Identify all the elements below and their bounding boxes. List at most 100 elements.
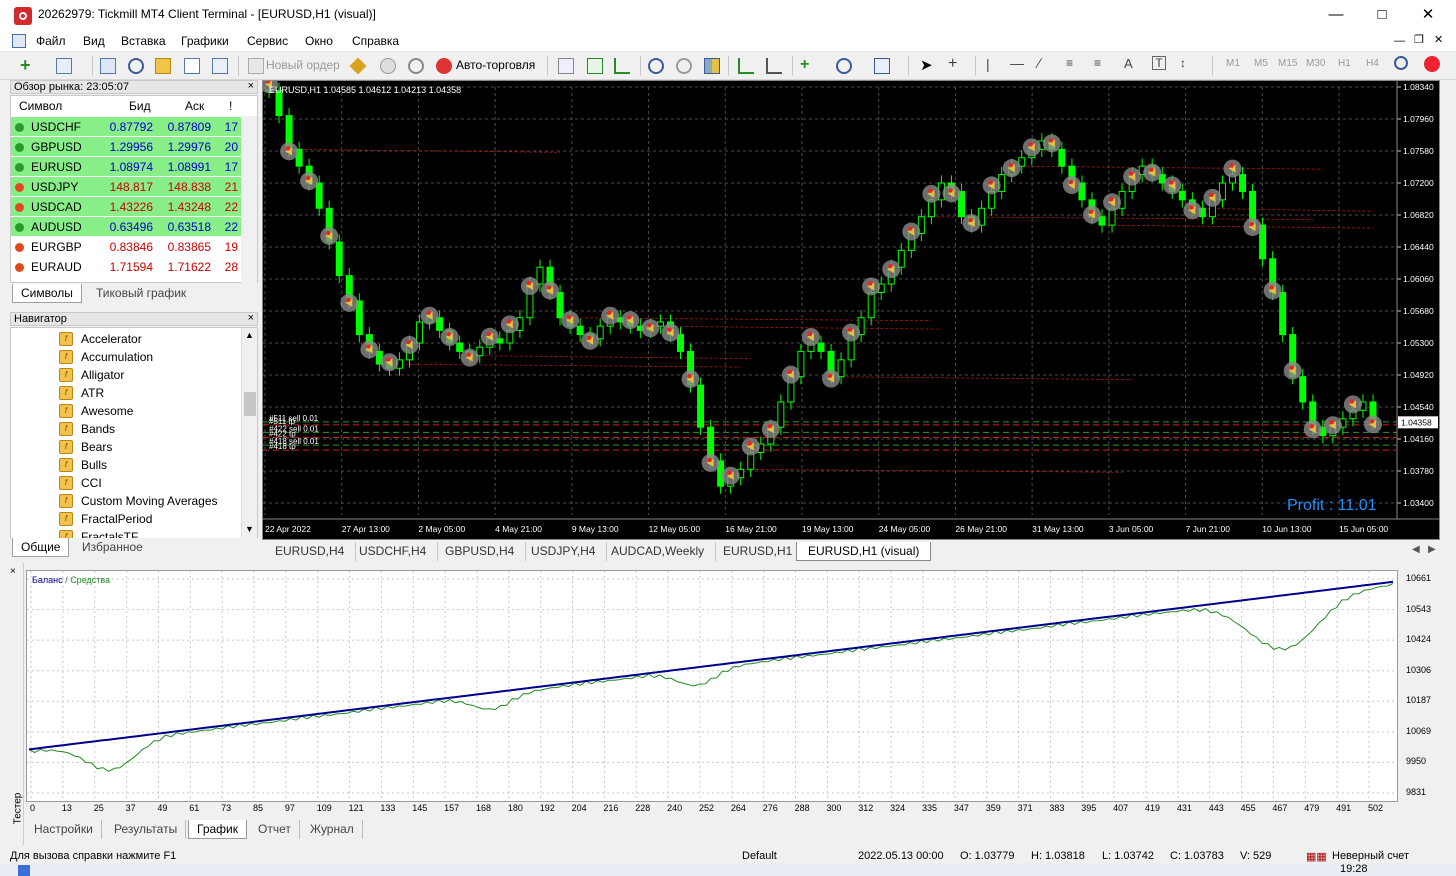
- start-icon[interactable]: [18, 865, 30, 876]
- terminal-icon[interactable]: [184, 58, 200, 74]
- market-watch-icon[interactable]: [100, 58, 116, 74]
- header-bid[interactable]: Бид: [129, 96, 151, 116]
- tab-scroll-left-icon[interactable]: ◀: [1412, 544, 1420, 555]
- tester-tab[interactable]: Журнал: [302, 820, 363, 839]
- signals-icon[interactable]: [408, 58, 424, 74]
- chart-tab[interactable]: USDCHF,H4: [348, 542, 439, 561]
- trendline-icon[interactable]: ∕: [1038, 55, 1040, 71]
- mdi-minimize-button[interactable]: —: [1394, 35, 1405, 47]
- market-watch-row[interactable]: EURUSD 1.08974 1.08991 17: [11, 157, 241, 177]
- market-watch-row[interactable]: USDCAD 1.43226 1.43248 22: [11, 197, 241, 217]
- market-watch-row[interactable]: USDJPY 148.817 148.838 21: [11, 177, 241, 197]
- close-button[interactable]: ✕: [1405, 0, 1451, 31]
- navigator-item[interactable]: f Bulls: [11, 456, 241, 474]
- market-watch-close-icon[interactable]: ×: [248, 80, 254, 92]
- menu-help[interactable]: Справка: [352, 34, 399, 48]
- market-watch-row[interactable]: EURGBP 0.83846 0.83865 19: [11, 237, 241, 257]
- notification-icon[interactable]: [1424, 56, 1440, 72]
- menu-view[interactable]: Вид: [83, 34, 105, 48]
- navigator-icon[interactable]: [155, 58, 171, 74]
- tester-tab[interactable]: Результаты: [106, 820, 187, 839]
- navigator-item[interactable]: f Alligator: [11, 366, 241, 384]
- text-label-icon[interactable]: T: [1152, 56, 1166, 70]
- chart-tab[interactable]: EURUSD,H1: [712, 542, 805, 561]
- timeframe-m30[interactable]: M30: [1306, 58, 1325, 69]
- timeframe-h4[interactable]: H4: [1366, 58, 1379, 69]
- menu-window[interactable]: Окно: [305, 34, 333, 48]
- minimize-button[interactable]: —: [1313, 0, 1359, 31]
- text-icon[interactable]: A: [1124, 56, 1133, 71]
- mdi-close-button[interactable]: ✕: [1434, 33, 1443, 46]
- chart-tab[interactable]: USDJPY,H4: [520, 542, 608, 561]
- navigator-item[interactable]: f FractalPeriod: [11, 510, 241, 528]
- candlestick-icon[interactable]: [587, 58, 603, 74]
- indicators-icon[interactable]: +: [800, 57, 816, 74]
- market-watch-row[interactable]: AUDUSD 0.63496 0.63518 22: [11, 217, 241, 237]
- tester-tab[interactable]: График: [188, 820, 247, 839]
- header-ask[interactable]: Аск: [185, 96, 204, 116]
- search-icon[interactable]: [1394, 56, 1408, 70]
- tab-symbols[interactable]: Символы: [12, 284, 82, 303]
- maximize-button[interactable]: □: [1359, 0, 1405, 31]
- arrows-icon[interactable]: ↕: [1180, 56, 1186, 70]
- navigator-scrollbar[interactable]: ▲ ▼: [241, 328, 257, 539]
- autotrading-button[interactable]: Авто-торговля: [456, 58, 535, 72]
- fibonacci-icon[interactable]: ≡: [1094, 56, 1101, 70]
- chart-canvas[interactable]: 1.08340 1.07960 1.07580 1.07200 1.06820 1.064…: [260, 75, 1441, 539]
- new-chart-icon[interactable]: +: [20, 56, 36, 74]
- chart-tab[interactable]: EURUSD,H1 (visual): [796, 542, 932, 561]
- navigator-item[interactable]: f Accelerator: [11, 330, 241, 348]
- header-symbol[interactable]: Символ: [19, 96, 62, 116]
- chart-tab[interactable]: GBPUSD,H4: [434, 542, 527, 561]
- chart-shift-icon[interactable]: [766, 58, 782, 74]
- navigator-close-icon[interactable]: ×: [248, 312, 254, 324]
- market-watch-row[interactable]: EURAUD 1.71594 1.71622 28: [11, 257, 241, 277]
- balance-graph[interactable]: Баланс / Средства: [26, 570, 1398, 802]
- market-watch-row[interactable]: GBPUSD 1.29956 1.29976 20: [11, 137, 241, 157]
- metaeditor-icon[interactable]: [349, 57, 367, 75]
- data-window-icon[interactable]: [128, 58, 144, 74]
- tile-windows-icon[interactable]: [704, 58, 720, 74]
- tab-tick-chart[interactable]: Тиковый график: [88, 284, 194, 303]
- document-icon[interactable]: [12, 34, 26, 48]
- tester-tab[interactable]: Отчет: [250, 820, 300, 839]
- menu-file[interactable]: Файл: [36, 34, 66, 48]
- navigator-item[interactable]: f CCI: [11, 474, 241, 492]
- new-order-button[interactable]: Новый ордер: [266, 58, 340, 72]
- timeframe-m15[interactable]: M15: [1278, 58, 1297, 69]
- market-watch-row[interactable]: USDCHF 0.87792 0.87809 17: [11, 117, 241, 137]
- chart-tab[interactable]: AUDCAD,Weekly: [600, 542, 717, 561]
- periods-icon[interactable]: [836, 58, 852, 74]
- menu-insert[interactable]: Вставка: [121, 34, 166, 48]
- zoom-in-icon[interactable]: [648, 58, 664, 74]
- menu-charts[interactable]: Графики: [181, 34, 229, 48]
- navigator-item[interactable]: f Awesome: [11, 402, 241, 420]
- experts-icon[interactable]: [380, 58, 396, 74]
- navigator-item[interactable]: f Bears: [11, 438, 241, 456]
- timeframe-h1[interactable]: H1: [1338, 58, 1351, 69]
- price-chart[interactable]: 1.08340 1.07960 1.07580 1.07200 1.06820 1.064…: [260, 75, 1441, 540]
- horizontal-line-icon[interactable]: —: [1010, 55, 1024, 71]
- crosshair-icon[interactable]: +: [948, 55, 957, 73]
- navigator-item[interactable]: f Bands: [11, 420, 241, 438]
- templates-icon[interactable]: [874, 58, 890, 74]
- tab-scroll-right-icon[interactable]: ▶: [1428, 544, 1436, 555]
- timeframe-m1[interactable]: M1: [1226, 58, 1240, 69]
- navigator-item[interactable]: f Custom Moving Averages: [11, 492, 241, 510]
- navigator-item[interactable]: f ATR: [11, 384, 241, 402]
- tester-close-icon[interactable]: ×: [10, 566, 16, 577]
- timeframe-m5[interactable]: M5: [1254, 58, 1268, 69]
- mdi-restore-button[interactable]: ❐: [1414, 33, 1424, 46]
- market-watch-scrollbar[interactable]: ▼: [241, 116, 257, 304]
- menu-tools[interactable]: Сервис: [247, 34, 288, 48]
- header-spread[interactable]: !: [229, 96, 232, 116]
- navigator-item[interactable]: f Accumulation: [11, 348, 241, 366]
- channel-icon[interactable]: ≡: [1066, 56, 1073, 70]
- cursor-icon[interactable]: ➤: [920, 56, 933, 74]
- strategy-tester-icon[interactable]: [212, 58, 228, 74]
- line-chart-icon[interactable]: [614, 58, 630, 74]
- bar-chart-icon[interactable]: [558, 58, 574, 74]
- autotrading-icon[interactable]: [436, 58, 452, 74]
- chart-tab[interactable]: EURUSD,H4: [264, 542, 357, 561]
- tab-common[interactable]: Общие: [12, 538, 70, 557]
